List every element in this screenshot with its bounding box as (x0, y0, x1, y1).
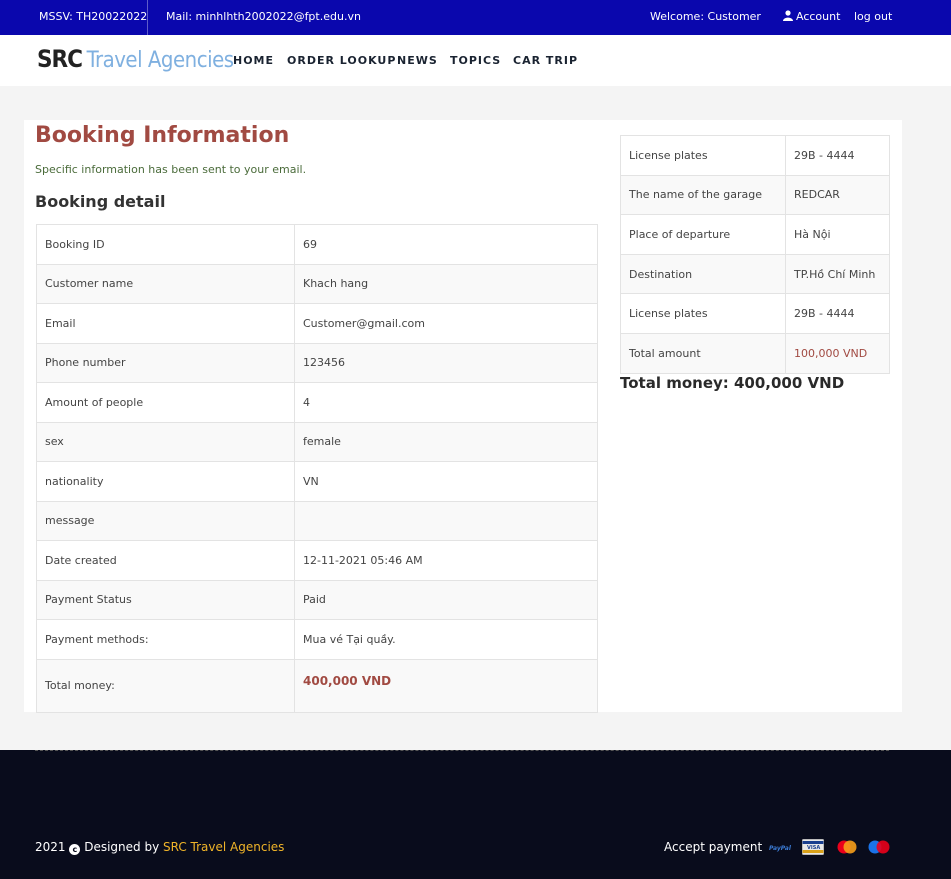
accept-payment-label: Accept payment (664, 840, 763, 854)
copyright-year: 2021 (35, 840, 66, 854)
row-label: Total amount (620, 332, 786, 374)
contact-email: Mail: minhlhth2002022@fpt.edu.vn (166, 10, 361, 23)
table-row: License plates 29B - 4444 (620, 293, 890, 334)
footer-divider (35, 750, 889, 751)
main-navbar: SRC Travel Agencies HOME ORDER LOOKUP NE… (0, 35, 951, 86)
row-label: The name of the garage (620, 174, 786, 216)
row-value (294, 500, 598, 541)
table-row: Customer name Khach hang (36, 263, 598, 304)
email-sent-note: Specific information has been sent to yo… (35, 163, 307, 176)
copyright: 2021 c Designed by SRC Travel Agencies (35, 840, 284, 855)
row-value: 123456 (294, 342, 598, 383)
row-label: Total money: (36, 658, 295, 713)
svg-text:VISA: VISA (807, 845, 820, 851)
visa-icon: VISA (802, 839, 824, 855)
booking-detail-table: Booking ID 69 Customer name Khach hang Ema… (36, 224, 598, 713)
row-label: Place of departure (620, 214, 786, 255)
brand-link[interactable]: SRC Travel Agencies (163, 840, 284, 854)
row-value: Hà Nội (785, 214, 890, 255)
row-label: message (36, 500, 295, 541)
table-row: Total money: 400,000 VND (36, 658, 598, 713)
nav-home[interactable]: HOME (233, 54, 274, 67)
row-value: 29B - 4444 (785, 135, 890, 176)
row-value: Customer@gmail.com (294, 303, 598, 344)
user-icon (783, 10, 793, 21)
account-label: Account (796, 10, 841, 23)
nav-car-trip[interactable]: CAR TRIP (513, 54, 578, 67)
svg-text:PayPal: PayPal (769, 845, 792, 852)
logout-link[interactable]: log out (854, 10, 892, 23)
section-title: Booking detail (35, 192, 166, 211)
row-label: License plates (620, 293, 786, 334)
row-label: License plates (620, 135, 786, 176)
row-value: 69 (294, 224, 598, 265)
maestro-icon (868, 840, 890, 854)
designed-by-text: Designed by (84, 840, 160, 854)
row-value: VN (294, 461, 598, 502)
site-footer: 2021 c Designed by SRC Travel Agencies A… (0, 750, 951, 879)
table-row: sex female (36, 421, 598, 462)
table-row: message (36, 500, 598, 541)
logo-src-text: SRC (37, 45, 83, 73)
row-value: 29B - 4444 (785, 293, 890, 334)
row-label: Payment Status (36, 579, 295, 620)
row-label: Booking ID (36, 224, 295, 265)
copyright-icon: c (69, 844, 81, 855)
account-link[interactable]: Account (783, 10, 840, 23)
row-label: Email (36, 303, 295, 344)
table-row: Email Customer@gmail.com (36, 303, 598, 344)
page-title: Booking Information (35, 123, 290, 148)
row-value: 12-11-2021 05:46 AM (294, 540, 598, 581)
row-value: REDCAR (785, 174, 890, 216)
row-value: Paid (294, 579, 598, 620)
row-label: sex (36, 421, 295, 462)
row-label: Date created (36, 540, 295, 581)
table-row: Total amount 100,000 VND (620, 332, 890, 374)
row-label: Phone number (36, 342, 295, 383)
table-row: Payment methods: Mua vé Tại quầy. (36, 619, 598, 660)
total-amount-value: 100,000 VND (785, 332, 890, 374)
row-value: TP.Hồ Chí Minh (785, 253, 890, 295)
nav-topics[interactable]: TOPICS (450, 54, 501, 67)
table-row: Destination TP.Hồ Chí Minh (620, 253, 890, 295)
paypal-icon: PayPal (769, 845, 792, 852)
table-row: nationality VN (36, 461, 598, 502)
table-row: Phone number 123456 (36, 342, 598, 383)
trip-info-table: License plates 29B - 4444 The name of the… (620, 135, 890, 374)
top-bar: MSSV: TH20022022 Mail: minhlhth2002022@f… (0, 0, 951, 35)
top-bar-divider (147, 0, 148, 35)
nav-order-lookup[interactable]: ORDER LOOKUP (287, 54, 396, 67)
row-label: nationality (36, 461, 295, 502)
logo-travel-text: Travel Agencies (86, 48, 235, 73)
table-row: Booking ID 69 (36, 224, 598, 265)
row-label: Amount of people (36, 382, 295, 423)
table-row: Payment Status Paid (36, 579, 598, 620)
student-id: MSSV: TH20022022 (39, 10, 148, 23)
site-logo[interactable]: SRC Travel Agencies (37, 45, 234, 75)
nav-news[interactable]: NEWS (397, 54, 438, 67)
table-row: Place of departure Hà Nội (620, 214, 890, 255)
row-value: 4 (294, 382, 598, 423)
row-value: Khach hang (294, 263, 598, 304)
row-value: 400,000 VND (294, 658, 598, 713)
row-value: Mua vé Tại quầy. (294, 619, 598, 660)
row-value: female (294, 421, 598, 462)
mastercard-icon (837, 840, 857, 854)
row-label: Customer name (36, 263, 295, 304)
total-money-summary: Total money: 400,000 VND (620, 374, 845, 392)
table-row: Amount of people 4 (36, 382, 598, 423)
row-label: Payment methods: (36, 619, 295, 660)
table-row: Date created 12-11-2021 05:46 AM (36, 540, 598, 581)
total-money-value: 400,000 VND (303, 673, 392, 688)
row-label: Destination (620, 253, 786, 295)
table-row: The name of the garage REDCAR (620, 174, 890, 216)
welcome-text: Welcome: Customer (650, 10, 761, 23)
table-row: License plates 29B - 4444 (620, 135, 890, 176)
